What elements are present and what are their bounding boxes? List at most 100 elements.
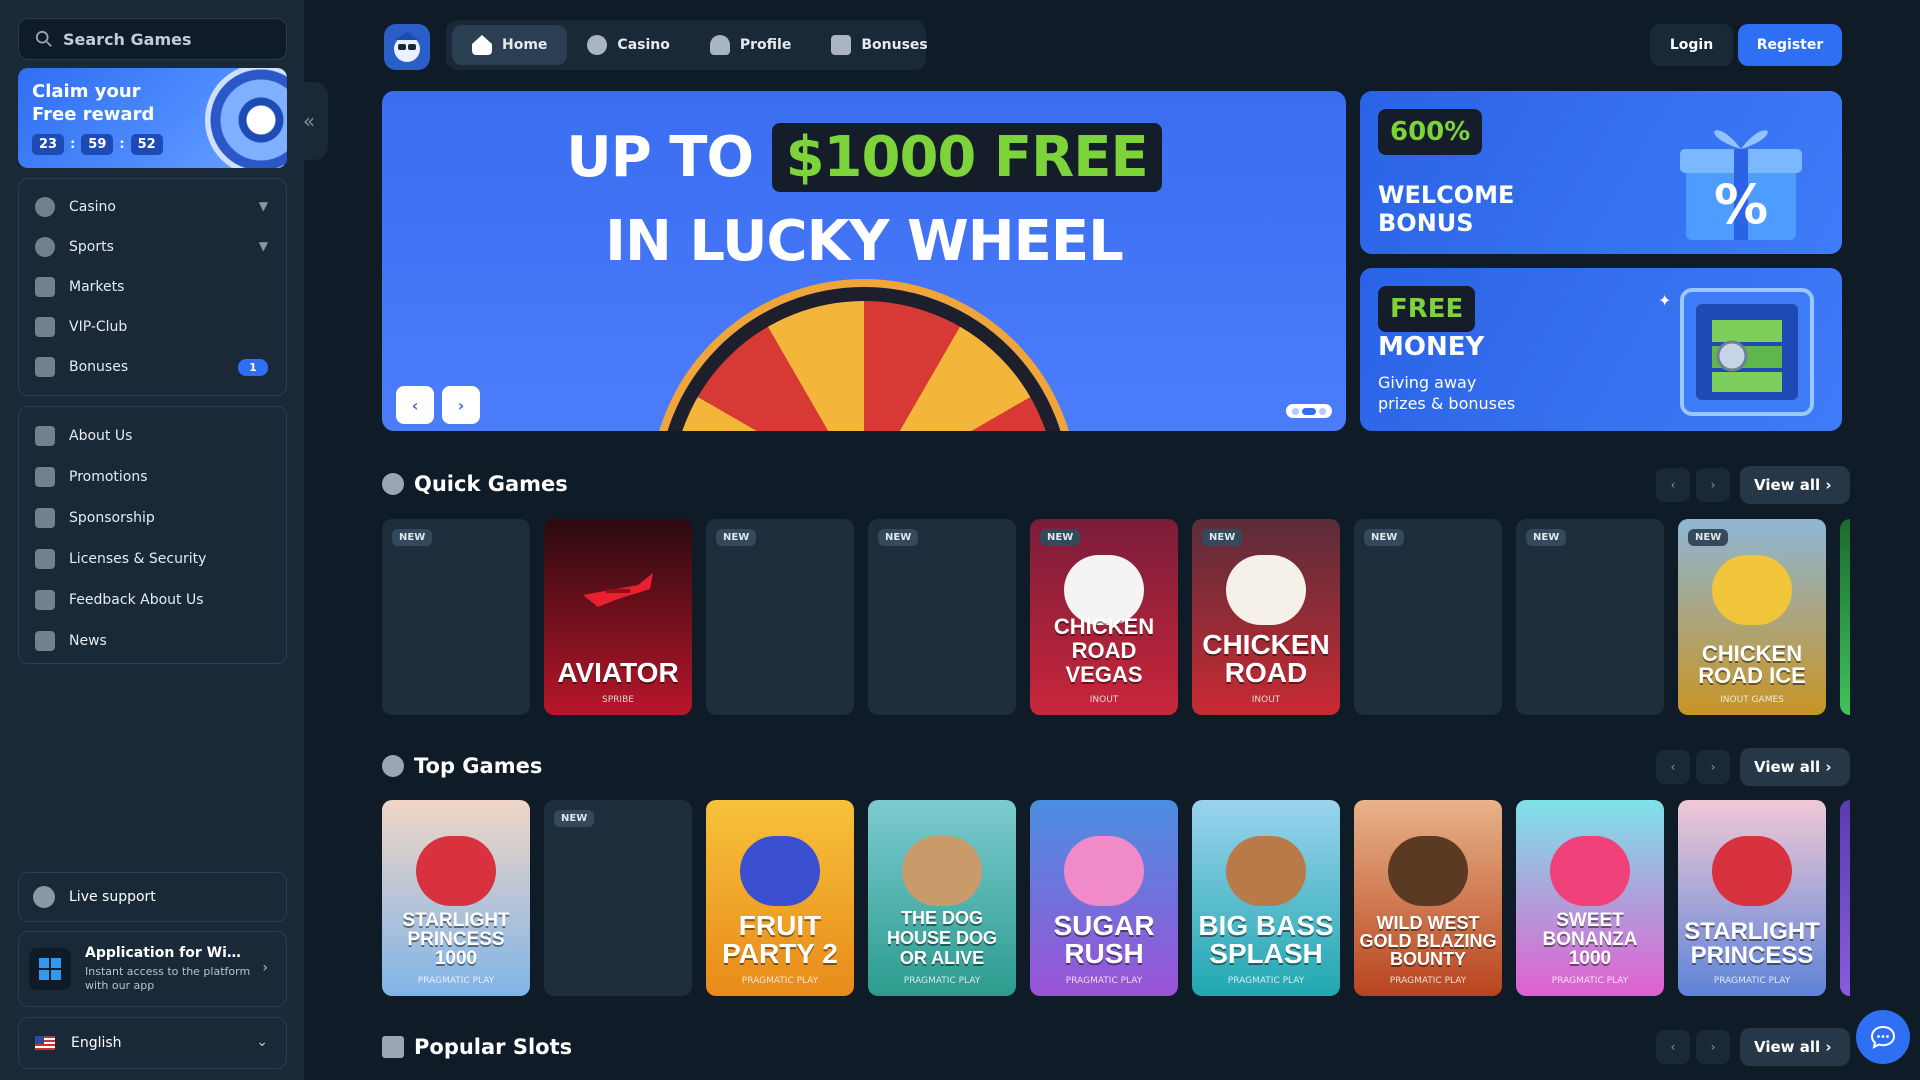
game-card-chicken-road-vegas[interactable]: NEW CHICKEN ROAD VEGAS INOUT bbox=[1030, 519, 1178, 715]
game-card-big-bass-splash[interactable]: BIG BASS SPLASH PRAGMATIC PLAY bbox=[1192, 800, 1340, 996]
sidebar-item-label: Sports bbox=[69, 239, 114, 255]
welcome-bonus-banner[interactable]: 600% WELCOME BONUS % bbox=[1360, 91, 1842, 254]
game-card-sweet-bonanza-1000[interactable]: SWEET BONANZA 1000 PRAGMATIC PLAY bbox=[1516, 800, 1664, 996]
game-card-starlight-princess[interactable]: STARLIGHT PRINCESS PRAGMATIC PLAY bbox=[1678, 800, 1826, 996]
new-badge: NEW bbox=[1040, 529, 1081, 546]
new-badge: NEW bbox=[1526, 529, 1567, 546]
carousel-prev-button[interactable]: ‹ bbox=[396, 386, 434, 424]
sidebar-item-sponsorship[interactable]: Sponsorship bbox=[19, 497, 286, 538]
windows-app-banner[interactable]: Application for Windows Instant access t… bbox=[18, 931, 287, 1007]
casino-chip-icon bbox=[35, 197, 55, 217]
carousel-dot[interactable] bbox=[1292, 407, 1299, 415]
free-money-title: MONEY bbox=[1378, 332, 1485, 362]
game-title: SUGAR RUSH bbox=[1053, 910, 1155, 969]
register-button[interactable]: Register bbox=[1738, 24, 1842, 66]
sidebar-item-promotions[interactable]: Promotions bbox=[19, 456, 286, 497]
game-card-partial[interactable] bbox=[1840, 519, 1850, 715]
top-games-prev-button[interactable]: ‹ bbox=[1656, 750, 1690, 784]
chat-button[interactable] bbox=[1856, 1010, 1910, 1064]
live-support-button[interactable]: Live support bbox=[18, 872, 287, 922]
top-games-next-button[interactable]: › bbox=[1696, 750, 1730, 784]
game-card[interactable]: NEW bbox=[1516, 519, 1664, 715]
sidebar-item-feedback[interactable]: Feedback About Us bbox=[19, 579, 286, 620]
carousel-dot-active[interactable] bbox=[1302, 407, 1316, 415]
sidebar-item-sports[interactable]: Sports ▼ bbox=[19, 227, 286, 267]
sidebar-item-label: Casino bbox=[69, 199, 116, 215]
sidebar-item-markets[interactable]: Markets bbox=[19, 267, 286, 307]
carousel-next-button[interactable]: › bbox=[442, 386, 480, 424]
game-card[interactable]: NEW bbox=[868, 519, 1016, 715]
tab-home[interactable]: Home bbox=[452, 25, 568, 65]
new-badge: NEW bbox=[1364, 529, 1405, 546]
sidebar-item-vip-club[interactable]: VIP-Club bbox=[19, 307, 286, 347]
quick-games-view-all-button[interactable]: View all › bbox=[1740, 466, 1850, 504]
hero-prefix: UP TO bbox=[566, 125, 754, 190]
game-provider: PRAGMATIC PLAY bbox=[1389, 976, 1467, 986]
quick-games-next-button[interactable]: › bbox=[1696, 468, 1730, 502]
tab-bonuses[interactable]: Bonuses bbox=[811, 25, 947, 65]
language-label: English bbox=[71, 1035, 122, 1051]
game-card[interactable]: NEW bbox=[706, 519, 854, 715]
sidebar-item-about-us[interactable]: About Us bbox=[19, 415, 286, 456]
free-money-banner[interactable]: FREE MONEY Giving away prizes & bonuses … bbox=[1360, 268, 1842, 431]
popular-slots-prev-button[interactable]: ‹ bbox=[1656, 1030, 1690, 1064]
game-card[interactable]: NEW bbox=[382, 519, 530, 715]
game-title: STARLIGHT PRINCESS 1000 bbox=[402, 910, 510, 969]
game-title: CHICKEN ROAD bbox=[1202, 629, 1330, 688]
windows-logo-icon bbox=[29, 948, 71, 990]
language-select[interactable]: English ⌄ bbox=[18, 1017, 287, 1069]
game-card[interactable]: NEW bbox=[544, 800, 692, 996]
quick-games-prev-button[interactable]: ‹ bbox=[1656, 468, 1690, 502]
game-card-starlight-princess-1000[interactable]: STARLIGHT PRINCESS 1000 PRAGMATIC PLAY bbox=[382, 800, 530, 996]
support-headset-icon bbox=[33, 886, 55, 908]
game-card-partial[interactable] bbox=[1840, 800, 1850, 996]
game-title: SWEET BONANZA 1000 bbox=[1542, 910, 1638, 969]
carousel-dot[interactable] bbox=[1319, 407, 1326, 415]
login-button[interactable]: Login bbox=[1650, 24, 1733, 66]
new-badge: NEW bbox=[1202, 529, 1243, 546]
carousel-dots[interactable] bbox=[1286, 404, 1332, 418]
gift-icon bbox=[35, 357, 55, 377]
tab-casino[interactable]: Casino bbox=[567, 25, 689, 65]
tab-profile[interactable]: Profile bbox=[690, 25, 811, 65]
popular-slots-next-button[interactable]: › bbox=[1696, 1030, 1730, 1064]
top-games-view-all-button[interactable]: View all › bbox=[1740, 748, 1850, 786]
user-icon bbox=[709, 35, 730, 55]
site-logo[interactable] bbox=[384, 24, 430, 70]
top-games-row: STARLIGHT PRINCESS 1000 PRAGMATIC PLAY N… bbox=[382, 800, 1850, 996]
game-card-chicken-road-ice[interactable]: NEW CHICKEN ROAD ICE INOUT GAMES bbox=[1678, 519, 1826, 715]
game-card-aviator[interactable]: AVIATOR SPRIBE bbox=[544, 519, 692, 715]
game-card-fruit-party-2[interactable]: FRUIT PARTY 2 PRAGMATIC PLAY bbox=[706, 800, 854, 996]
section-title: Popular Slots bbox=[414, 1035, 573, 1059]
sidebar-item-casino[interactable]: Casino ▼ bbox=[19, 187, 286, 227]
game-card-sugar-rush[interactable]: SUGAR RUSH PRAGMATIC PLAY bbox=[1030, 800, 1178, 996]
sidebar-item-label: VIP-Club bbox=[69, 319, 128, 335]
sidebar-item-label: Promotions bbox=[69, 468, 148, 485]
tab-label: Home bbox=[502, 37, 548, 53]
sidebar-item-bonuses[interactable]: Bonuses 1 bbox=[19, 347, 286, 387]
game-title: BIG BASS SPLASH bbox=[1198, 910, 1334, 969]
app-title: Application for Windows bbox=[85, 945, 250, 961]
game-provider: SPRIBE bbox=[602, 695, 634, 705]
ticket-icon bbox=[35, 466, 55, 487]
view-all-label: View all bbox=[1754, 1038, 1821, 1056]
game-provider: PRAGMATIC PLAY bbox=[741, 976, 819, 986]
sidebar: Search Games Claim your Free reward 23 :… bbox=[0, 0, 304, 1080]
game-card[interactable]: NEW bbox=[1354, 519, 1502, 715]
reward-title: Claim your Free reward bbox=[32, 81, 155, 125]
popular-slots-view-all-button[interactable]: View all › bbox=[1740, 1028, 1850, 1066]
sidebar-item-licenses-security[interactable]: Licenses & Security bbox=[19, 538, 286, 579]
game-card-chicken-road[interactable]: NEW CHICKEN ROAD INOUT bbox=[1192, 519, 1340, 715]
search-input[interactable]: Search Games bbox=[18, 18, 287, 60]
sidebar-item-label: About Us bbox=[69, 427, 133, 444]
hero-carousel[interactable]: UP TO $1000 FREE IN LUCKY WHEEL ‹ › bbox=[382, 91, 1346, 431]
game-card-wild-west-gold[interactable]: WILD WEST GOLD BLAZING BOUNTY PRAGMATIC … bbox=[1354, 800, 1502, 996]
app-subtitle: Instant access to the platform with our … bbox=[85, 965, 251, 992]
free-reward-banner[interactable]: Claim your Free reward 23 : 59 : 52 ★ bbox=[18, 68, 287, 168]
collapse-sidebar-button[interactable]: « bbox=[290, 82, 328, 160]
view-all-label: View all bbox=[1754, 476, 1821, 494]
sidebar-item-news[interactable]: News bbox=[19, 620, 286, 661]
game-card-dog-house[interactable]: THE DOG HOUSE DOG OR ALIVE PRAGMATIC PLA… bbox=[868, 800, 1016, 996]
top-games-heading: Top Games bbox=[382, 754, 542, 778]
gift-icon bbox=[831, 35, 852, 55]
